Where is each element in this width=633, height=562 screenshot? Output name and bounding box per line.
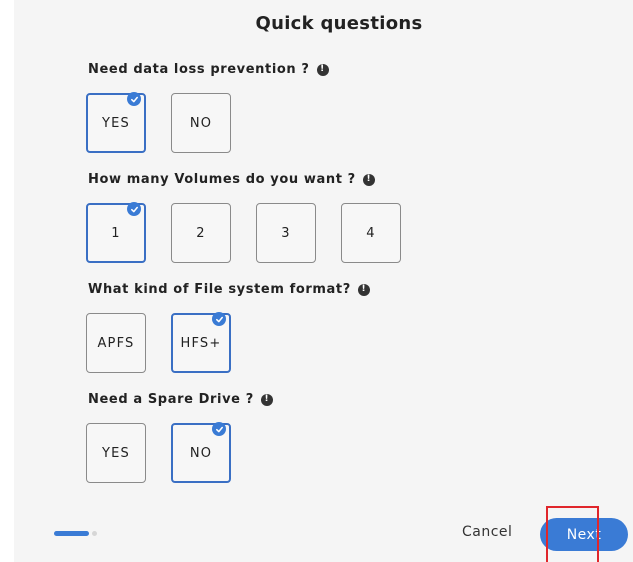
- option-label: YES: [101, 115, 130, 131]
- cancel-button[interactable]: Cancel: [462, 524, 512, 540]
- check-icon: [127, 202, 141, 216]
- option-label: 3: [281, 225, 291, 241]
- info-icon[interactable]: !: [260, 393, 273, 406]
- option-label: NO: [189, 115, 213, 131]
- option-volumes-3[interactable]: 3: [256, 203, 316, 263]
- options-data-loss-prevention: YES NO: [86, 92, 231, 153]
- options-spare-drive: YES NO: [86, 422, 231, 483]
- option-label: YES: [101, 445, 130, 461]
- question-label: Need a Spare Drive ?: [88, 392, 254, 407]
- progress-active-step: [54, 531, 89, 536]
- check-icon: [127, 92, 141, 106]
- step-progress-indicator: [54, 531, 97, 536]
- next-button[interactable]: Next: [540, 518, 628, 551]
- option-label: 4: [366, 225, 376, 241]
- info-icon[interactable]: !: [357, 283, 370, 296]
- option-dlp-no[interactable]: NO: [171, 93, 231, 153]
- page-title: Quick questions: [255, 13, 423, 34]
- option-spare-no[interactable]: NO: [171, 422, 231, 483]
- check-icon: [212, 422, 226, 436]
- options-volumes: 1 2 3 4: [86, 202, 401, 263]
- question-label: What kind of File system format?: [88, 282, 351, 297]
- question-data-loss-prevention: Need data loss prevention ? !: [88, 62, 329, 77]
- option-volumes-1[interactable]: 1: [86, 202, 146, 263]
- option-volumes-2[interactable]: 2: [171, 203, 231, 263]
- info-icon[interactable]: !: [362, 173, 375, 186]
- quick-questions-panel: Quick questions Need data loss preventio…: [0, 0, 633, 562]
- option-label: 2: [196, 225, 206, 241]
- option-label: NO: [189, 445, 213, 461]
- option-fs-apfs[interactable]: APFS: [86, 313, 146, 373]
- question-spare-drive: Need a Spare Drive ? !: [88, 392, 273, 407]
- question-label: How many Volumes do you want ?: [88, 172, 356, 187]
- option-label: HFS+: [180, 335, 222, 351]
- option-label: 1: [111, 225, 121, 241]
- option-label: APFS: [97, 335, 135, 351]
- option-spare-yes[interactable]: YES: [86, 423, 146, 483]
- option-volumes-4[interactable]: 4: [341, 203, 401, 263]
- question-file-system: What kind of File system format? !: [88, 282, 370, 297]
- option-dlp-yes[interactable]: YES: [86, 92, 146, 153]
- options-file-system: APFS HFS+: [86, 312, 231, 373]
- option-fs-hfs-plus[interactable]: HFS+: [171, 312, 231, 373]
- progress-inactive-step: [92, 531, 97, 536]
- check-icon: [212, 312, 226, 326]
- info-icon[interactable]: !: [316, 63, 329, 76]
- question-volumes: How many Volumes do you want ? !: [88, 172, 375, 187]
- question-label: Need data loss prevention ?: [88, 62, 310, 77]
